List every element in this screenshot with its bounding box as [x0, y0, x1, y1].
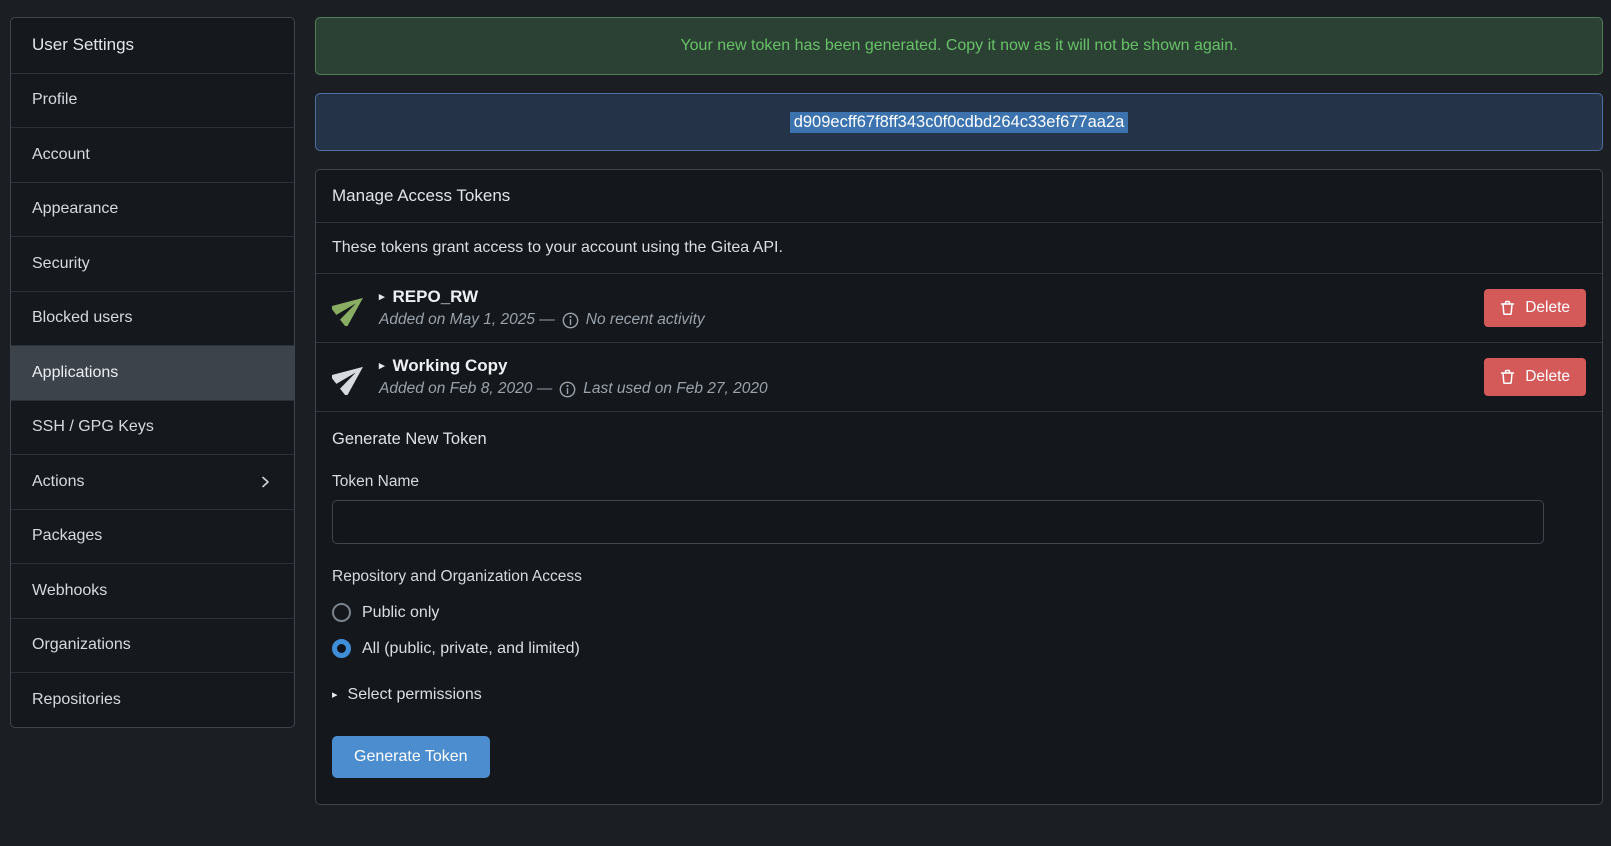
- token-name-toggle[interactable]: ▸ REPO_RW: [379, 287, 705, 307]
- sidebar-item-actions[interactable]: Actions: [11, 454, 294, 509]
- radio-label: Public only: [362, 604, 439, 622]
- sidebar-item-label: Webhooks: [32, 582, 107, 600]
- sidebar-item-account[interactable]: Account: [11, 127, 294, 182]
- radio-selected-icon[interactable]: [332, 639, 351, 658]
- trash-icon: [1500, 300, 1515, 316]
- manage-access-tokens-panel: Manage Access Tokens These tokens grant …: [315, 169, 1603, 805]
- panel-header: Manage Access Tokens: [316, 170, 1602, 223]
- panel-description: These tokens grant access to your accoun…: [316, 223, 1602, 274]
- info-icon: [559, 381, 576, 398]
- generate-token-form: Generate New Token Token Name Repository…: [316, 412, 1602, 804]
- token-name: REPO_RW: [393, 287, 479, 307]
- sidebar-item-label: Security: [32, 255, 90, 273]
- success-message-banner: Your new token has been generated. Copy …: [315, 17, 1603, 75]
- token-row: ▸ Working Copy Added on Feb 8, 2020 — La…: [316, 343, 1602, 412]
- sidebar-item-label: Organizations: [32, 636, 131, 654]
- paper-plane-icon: [332, 290, 368, 326]
- radio-all-access[interactable]: All (public, private, and limited): [332, 639, 1544, 658]
- sidebar-item-label: Applications: [32, 364, 118, 382]
- token-name-input[interactable]: [332, 500, 1544, 544]
- new-token-display-box: d909ecff67f8ff343c0f0cdbd264c33ef677aa2a: [315, 93, 1603, 151]
- radio-label: All (public, private, and limited): [362, 640, 580, 658]
- token-info: ▸ REPO_RW Added on May 1, 2025 — No rece…: [379, 287, 705, 329]
- page-layout: User Settings Profile Account Appearance…: [0, 0, 1611, 805]
- delete-button-label: Delete: [1525, 368, 1570, 386]
- sidebar-item-webhooks[interactable]: Webhooks: [11, 563, 294, 618]
- sidebar-title: User Settings: [11, 18, 294, 73]
- token-added-date: Added on Feb 8, 2020 —: [379, 380, 552, 398]
- delete-token-button[interactable]: Delete: [1484, 289, 1586, 327]
- token-name-label: Token Name: [332, 473, 1544, 491]
- sidebar-item-profile[interactable]: Profile: [11, 73, 294, 128]
- token-name: Working Copy: [393, 356, 508, 376]
- success-message-text: Your new token has been generated. Copy …: [680, 37, 1237, 55]
- generate-token-button[interactable]: Generate Token: [332, 736, 490, 778]
- sidebar-item-label: Blocked users: [32, 309, 133, 327]
- select-permissions-label: Select permissions: [348, 686, 482, 704]
- disclosure-triangle-icon: ▸: [332, 690, 338, 701]
- sidebar-item-ssh-gpg-keys[interactable]: SSH / GPG Keys: [11, 400, 294, 455]
- sidebar-item-label: Appearance: [32, 200, 118, 218]
- sidebar-item-label: Profile: [32, 91, 77, 109]
- form-title: Generate New Token: [332, 430, 1544, 449]
- paper-plane-icon: [332, 359, 368, 395]
- sidebar-item-appearance[interactable]: Appearance: [11, 182, 294, 237]
- token-info: ▸ Working Copy Added on Feb 8, 2020 — La…: [379, 356, 768, 398]
- token-meta: Added on May 1, 2025 — No recent activit…: [379, 311, 705, 329]
- panel-description-text: These tokens grant access to your accoun…: [332, 239, 783, 256]
- token-activity: No recent activity: [586, 311, 705, 329]
- token-added-date: Added on May 1, 2025 —: [379, 311, 555, 329]
- sidebar-item-packages[interactable]: Packages: [11, 509, 294, 564]
- sidebar-item-repositories[interactable]: Repositories: [11, 672, 294, 727]
- sidebar-title-label: User Settings: [32, 35, 134, 55]
- select-permissions-toggle[interactable]: ▸ Select permissions: [332, 686, 1544, 704]
- panel-title: Manage Access Tokens: [332, 186, 510, 205]
- settings-sidebar: User Settings Profile Account Appearance…: [10, 17, 295, 728]
- sidebar-item-label: Repositories: [32, 691, 121, 709]
- sidebar-item-label: Actions: [32, 473, 84, 491]
- token-meta: Added on Feb 8, 2020 — Last used on Feb …: [379, 380, 768, 398]
- trash-icon: [1500, 369, 1515, 385]
- token-name-toggle[interactable]: ▸ Working Copy: [379, 356, 768, 376]
- new-token-value[interactable]: d909ecff67f8ff343c0f0cdbd264c33ef677aa2a: [790, 112, 1129, 133]
- main-content: Your new token has been generated. Copy …: [315, 17, 1603, 805]
- disclosure-triangle-icon: ▸: [379, 361, 385, 372]
- access-scope-label: Repository and Organization Access: [332, 568, 1544, 586]
- sidebar-item-security[interactable]: Security: [11, 236, 294, 291]
- sidebar-item-label: Packages: [32, 527, 102, 545]
- sidebar-item-label: SSH / GPG Keys: [32, 418, 154, 436]
- sidebar-item-label: Account: [32, 146, 90, 164]
- radio-unselected-icon[interactable]: [332, 603, 351, 622]
- info-icon: [562, 312, 579, 329]
- token-activity: Last used on Feb 27, 2020: [583, 380, 767, 398]
- disclosure-triangle-icon: ▸: [379, 292, 385, 303]
- radio-public-only[interactable]: Public only: [332, 603, 1544, 622]
- delete-token-button[interactable]: Delete: [1484, 358, 1586, 396]
- delete-button-label: Delete: [1525, 299, 1570, 317]
- chevron-right-icon: [257, 474, 273, 490]
- token-row: ▸ REPO_RW Added on May 1, 2025 — No rece…: [316, 274, 1602, 343]
- sidebar-item-organizations[interactable]: Organizations: [11, 618, 294, 673]
- sidebar-item-blocked-users[interactable]: Blocked users: [11, 291, 294, 346]
- sidebar-item-applications[interactable]: Applications: [11, 345, 294, 400]
